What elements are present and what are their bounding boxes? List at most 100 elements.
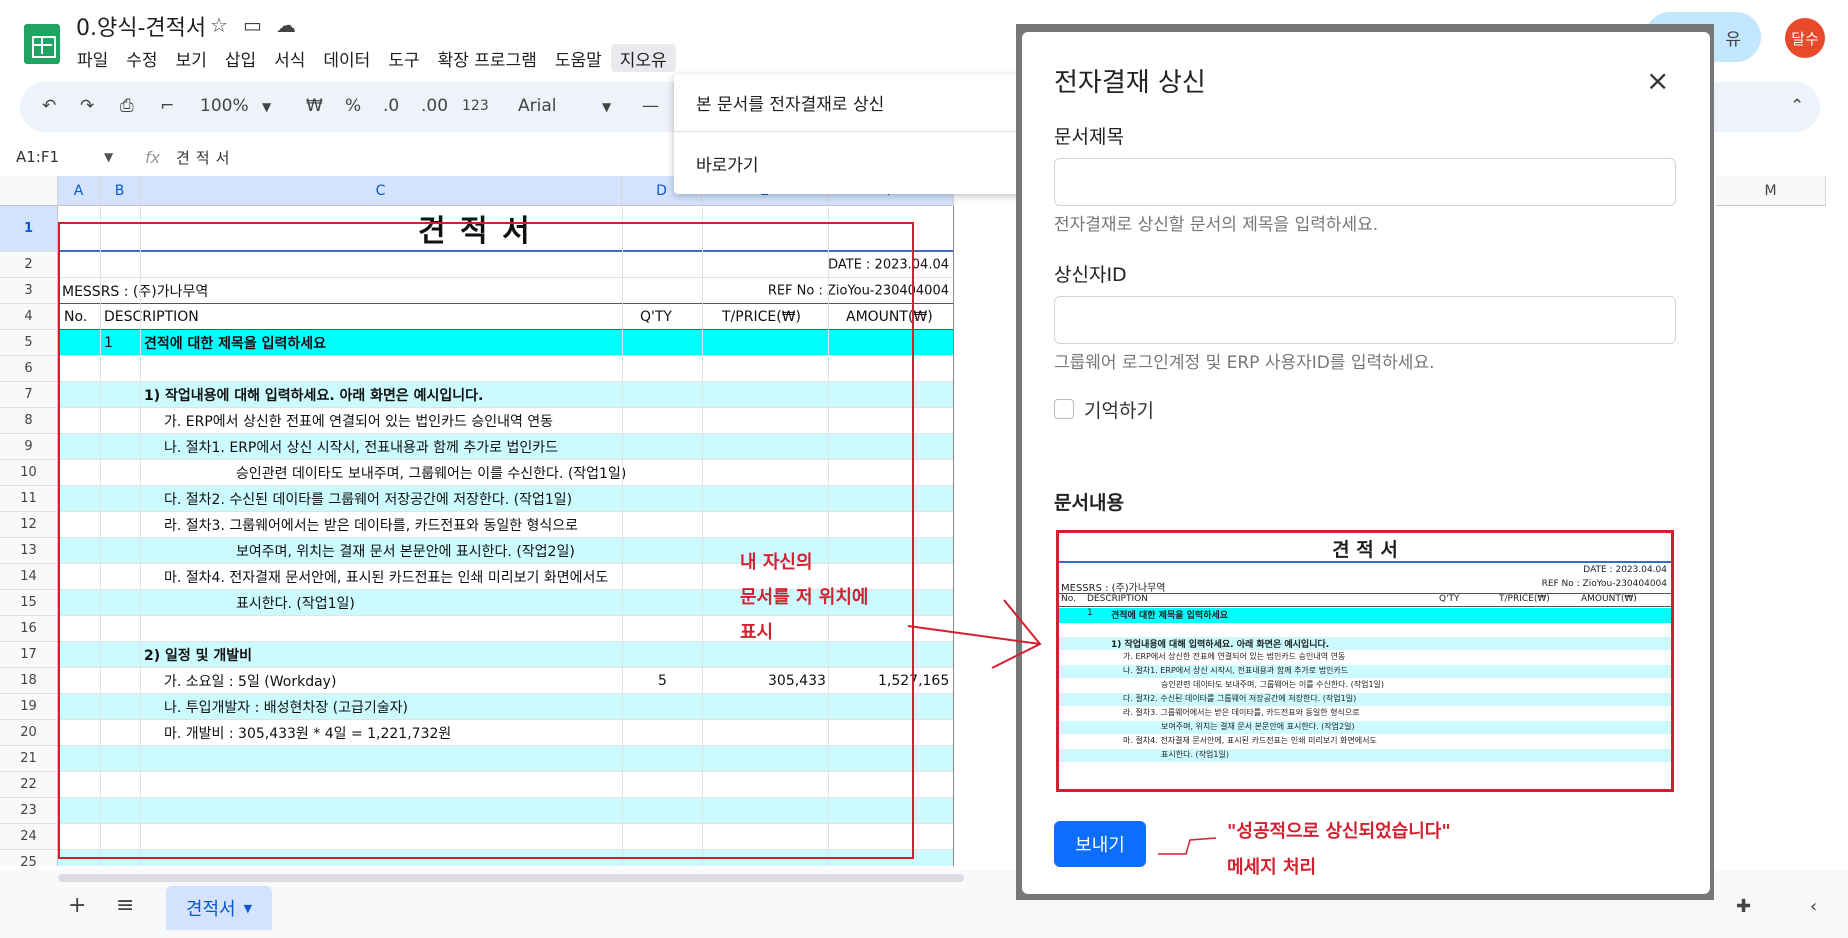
- menu-item-shortcut[interactable]: 바로가기: [696, 151, 759, 176]
- avatar[interactable]: 달수: [1785, 18, 1825, 58]
- row-header[interactable]: 25: [0, 850, 58, 866]
- all-sheets-button[interactable]: ≡: [116, 893, 134, 918]
- chevron-down-icon[interactable]: ▼: [602, 100, 611, 114]
- preview-row: 나. 절차1. ERP에서 상신 시작시, 전표내용과 함께 추가로 법인카드: [1059, 665, 1671, 678]
- row-header[interactable]: 4: [0, 304, 58, 330]
- decrease-decimal-button[interactable]: .0: [383, 96, 399, 116]
- row-header[interactable]: 5: [0, 330, 58, 356]
- row-header[interactable]: 6: [0, 356, 58, 382]
- font-size-decrease-button[interactable]: —: [642, 96, 659, 116]
- content-label: 문서내용: [1054, 492, 1124, 514]
- collapse-toolbar-icon[interactable]: ⌃: [1790, 96, 1804, 116]
- row-header[interactable]: 17: [0, 642, 58, 668]
- submitter-id-input[interactable]: [1054, 296, 1676, 344]
- annotation-text: 내 자신의 문서를 저 위치에 표시: [740, 545, 868, 650]
- row-header[interactable]: 10: [0, 460, 58, 486]
- column-header-a[interactable]: A: [58, 176, 100, 206]
- preview-row: 승인관련 데이타도 보내주며, 그룹웨어는 이를 수신한다. (작업1일): [1059, 679, 1671, 692]
- horizontal-scrollbar[interactable]: [58, 874, 964, 882]
- menu-data[interactable]: 데이터: [314, 44, 379, 72]
- menu-help[interactable]: 도움말: [546, 44, 611, 72]
- submitter-help: 그룹웨어 로그인계정 및 ERP 사용자ID를 입력하세요.: [1054, 353, 1435, 373]
- chevron-left-icon[interactable]: ‹: [1810, 896, 1817, 917]
- sheet-tab[interactable]: 견적서 ▼: [166, 886, 272, 930]
- formula-input[interactable]: 견적서: [176, 147, 235, 168]
- document-title[interactable]: 0.양식-견적서: [76, 10, 206, 42]
- column-header-c[interactable]: C: [140, 176, 622, 206]
- row-header[interactable]: 16: [0, 616, 58, 642]
- sheets-logo-icon[interactable]: [24, 24, 60, 64]
- zoom-select[interactable]: 100%: [200, 96, 249, 116]
- preview-row-number: 1: [1087, 608, 1093, 618]
- row-header[interactable]: 1: [0, 206, 58, 252]
- menu-format[interactable]: 서식: [265, 44, 314, 72]
- preview-header-qty: Q'TY: [1439, 594, 1460, 604]
- row-header[interactable]: 9: [0, 434, 58, 460]
- row-header[interactable]: 23: [0, 798, 58, 824]
- row-header[interactable]: 3: [0, 278, 58, 304]
- row-header[interactable]: 13: [0, 538, 58, 564]
- doc-title-label: 문서제목: [1054, 126, 1124, 148]
- menu-edit[interactable]: 수정: [117, 44, 166, 72]
- paint-format-icon[interactable]: ⌐: [160, 96, 174, 116]
- zioyou-dropdown-menu: 본 문서를 전자결재로 상신 바로가기: [674, 74, 1022, 194]
- currency-button[interactable]: ₩: [306, 96, 323, 116]
- font-select[interactable]: Arial: [518, 96, 556, 116]
- chevron-down-icon[interactable]: ▼: [262, 100, 271, 114]
- move-folder-icon[interactable]: ▭: [243, 13, 262, 37]
- more-formats-button[interactable]: 123: [462, 98, 489, 114]
- menu-view[interactable]: 보기: [167, 44, 216, 72]
- undo-icon[interactable]: ↶: [42, 96, 56, 116]
- fx-icon: fx: [145, 148, 161, 167]
- row-header[interactable]: 12: [0, 512, 58, 538]
- select-all-corner[interactable]: [0, 176, 58, 206]
- preview-cell: 마. 절차4. 전자결재 문서안에, 표시된 카드전표는 인쇄 미리보기 화면에…: [1123, 736, 1377, 745]
- cloud-status-icon[interactable]: ☁: [276, 13, 296, 37]
- column-header-b[interactable]: B: [100, 176, 140, 206]
- preview-header-row: No. DESCRIPTION Q'TY T/PRICE(₩) AMOUNT(₩…: [1059, 593, 1671, 607]
- increase-decimal-button[interactable]: .00: [421, 96, 448, 116]
- menu-item-submit-approval[interactable]: 본 문서를 전자결재로 상신: [696, 90, 884, 115]
- preview-cell: 표시한다. (작업1일): [1161, 750, 1229, 759]
- annotation-line: 메세지 처리: [1227, 857, 1317, 878]
- menu-insert[interactable]: 삽입: [216, 44, 265, 72]
- send-button[interactable]: 보내기: [1054, 821, 1146, 867]
- row-header[interactable]: 7: [0, 382, 58, 408]
- annotation-line: 문서를 저 위치에: [740, 587, 869, 608]
- row-header[interactable]: 8: [0, 408, 58, 434]
- explore-icon[interactable]: ✚: [1736, 896, 1751, 917]
- success-message-annotation: "성공적으로 상신되었습니다" 메세지 처리: [1227, 814, 1451, 886]
- percent-button[interactable]: %: [345, 96, 361, 116]
- row-header[interactable]: 2: [0, 252, 58, 278]
- row-header[interactable]: 18: [0, 668, 58, 694]
- annotation-line: "성공적으로 상신되었습니다": [1227, 821, 1451, 842]
- row-header[interactable]: 22: [0, 772, 58, 798]
- row-header[interactable]: 14: [0, 564, 58, 590]
- add-sheet-button[interactable]: +: [68, 893, 86, 918]
- menu-tools[interactable]: 도구: [379, 44, 428, 72]
- row-header[interactable]: 15: [0, 590, 58, 616]
- doc-title-help: 전자결재로 상신할 문서의 제목을 입력하세요.: [1054, 215, 1379, 235]
- row-header[interactable]: 20: [0, 720, 58, 746]
- row-header[interactable]: 21: [0, 746, 58, 772]
- row-header[interactable]: 24: [0, 824, 58, 850]
- name-box[interactable]: A1:F1: [16, 148, 59, 166]
- chevron-down-icon[interactable]: ▼: [104, 150, 113, 164]
- redo-icon[interactable]: ↷: [80, 96, 94, 116]
- preview-ref: REF No : ZioYou-230404004: [1541, 579, 1667, 589]
- preview-header-desc: DESCRIPTION: [1087, 594, 1148, 604]
- close-icon[interactable]: ×: [1646, 64, 1669, 97]
- doc-title-input[interactable]: [1054, 158, 1676, 206]
- row-header[interactable]: 19: [0, 694, 58, 720]
- row-header[interactable]: 11: [0, 486, 58, 512]
- column-header-m[interactable]: M: [1716, 176, 1826, 206]
- dialog-title: 전자결재 상신: [1054, 68, 1206, 98]
- remember-label[interactable]: 기억하기: [1084, 396, 1154, 423]
- menu-file[interactable]: 파일: [68, 44, 117, 72]
- print-icon[interactable]: ⎙: [120, 96, 134, 116]
- chevron-down-icon[interactable]: ▼: [244, 902, 252, 915]
- menu-zioyou[interactable]: 지오유: [610, 44, 676, 72]
- menu-extensions[interactable]: 확장 프로그램: [429, 44, 546, 72]
- star-icon[interactable]: ☆: [210, 13, 228, 37]
- remember-checkbox[interactable]: [1054, 399, 1074, 419]
